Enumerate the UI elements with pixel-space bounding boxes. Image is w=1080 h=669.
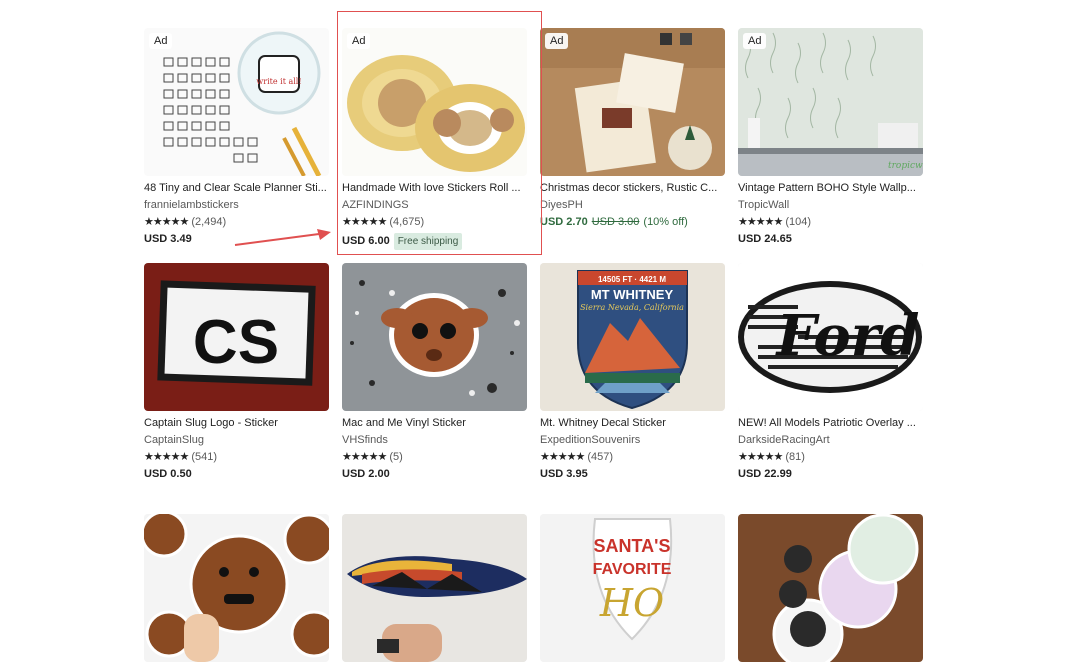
price-row: USD 3.49 [144,233,329,246]
listing-image[interactable]: CS [144,263,329,411]
shop-name[interactable]: AZFINDINGS [342,199,527,212]
price-row: USD 22.99 [738,468,923,481]
star-rating-icon: ★★★★★ [144,216,189,228]
rating: ★★★★★ (541) [144,451,329,464]
rating: ★★★★★ (4,675) [342,216,527,229]
listing-image[interactable]: SANTA'S FAVORITE HO [540,514,725,662]
listing-card[interactable] [342,514,527,662]
shop-name[interactable]: DiyesPH [540,199,725,212]
price: USD 0.50 [144,468,192,480]
listing-image[interactable]: Ad [540,28,725,176]
price-row: USD 2.00 [342,468,527,481]
listing-title[interactable]: Mac and Me Vinyl Sticker [342,417,527,430]
listing-title[interactable]: 48 Tiny and Clear Scale Planner Sti... [144,182,329,195]
price-row: USD 3.95 [540,468,725,481]
price-row: USD 6.00 Free shipping [342,233,527,250]
star-rating-icon: ★★★★★ [738,216,783,228]
rating: ★★★★★ (457) [540,451,725,464]
ad-badge: Ad [149,33,173,49]
shop-name[interactable]: DarksideRacingArt [738,434,923,447]
whitney-subtitle: Sierra Nevada, California [580,303,684,312]
listing-card[interactable]: Ad Handmade With love Stickers Roll ... … [342,28,527,250]
listing-image[interactable] [144,514,329,662]
listing-card[interactable]: Ad Christmas decor stickers, Rustic C...… [540,28,725,229]
listing-image[interactable]: Ad [342,28,527,176]
price: USD 6.00 [342,235,390,247]
rating: ★★★★★ (81) [738,451,923,464]
listing-card[interactable]: Mac and Me Vinyl Sticker VHSfinds ★★★★★ … [342,263,527,481]
star-rating-icon: ★★★★★ [144,451,189,463]
santa-line-3: HO [599,581,664,625]
listing-title[interactable]: Vintage Pattern BOHO Style Wallp... [738,182,923,195]
shop-name[interactable]: ExpeditionSouvenirs [540,434,725,447]
listing-card[interactable]: Ford NEW! All Models Patriotic Overlay .… [738,263,923,481]
price: USD 3.49 [144,233,192,245]
star-rating-icon: ★★★★★ [738,451,783,463]
listing-image[interactable] [738,514,923,662]
price-row: USD 24.65 [738,233,923,246]
whitney-elevation: 14505 FT · 4421 M [598,275,666,284]
rating: ★★★★★ (2,494) [144,216,329,229]
review-count: (541) [191,451,217,463]
santa-line-2: FAVORITE [593,561,672,578]
listing-card[interactable]: write it all! Ad 48 Tiny and Clear Scale… [144,28,329,246]
listing-card[interactable]: CS Captain Slug Logo - Sticker CaptainSl… [144,263,329,481]
ad-badge: Ad [347,33,371,49]
listing-title[interactable]: Christmas decor stickers, Rustic C... [540,182,725,195]
shop-name[interactable]: VHSfinds [342,434,527,447]
scale-text: write it all! [256,77,301,86]
review-count: (81) [785,451,805,463]
rating: ★★★★★ (5) [342,451,527,464]
review-count: (2,494) [191,216,227,228]
shop-name[interactable]: CaptainSlug [144,434,329,447]
free-shipping-badge: Free shipping [393,233,463,250]
listing-card[interactable]: 14505 FT · 4421 M MT WHITNEY Sierra Neva… [540,263,725,481]
ford-logo-text: Ford [775,303,920,369]
listing-card[interactable]: SANTA'S FAVORITE HO [540,514,725,662]
price: USD 3.95 [540,468,588,480]
review-count: (457) [587,451,613,463]
star-rating-icon: ★★★★★ [342,451,387,463]
review-count: (5) [389,451,403,463]
original-price: USD 3.00 [591,216,640,228]
listing-image[interactable] [342,263,527,411]
shop-name[interactable]: TropicWall [738,199,923,212]
price-row: USD 0.50 [144,468,329,481]
listing-card[interactable]: tropicwall Ad Vintage Pattern BOHO Style… [738,28,923,246]
price: USD 2.00 [342,468,390,480]
listing-title[interactable]: Captain Slug Logo - Sticker [144,417,329,430]
star-rating-icon: ★★★★★ [540,451,585,463]
discount: (10% off) [643,216,688,228]
tropic-logo-text: tropicwall [888,161,923,171]
price: USD 22.99 [738,468,792,480]
whitney-title: MT WHITNEY [591,287,674,302]
listing-image[interactable]: write it all! Ad [144,28,329,176]
cs-logo-text: CS [193,308,279,377]
listing-title[interactable]: Mt. Whitney Decal Sticker [540,417,725,430]
sale-price: USD 2.70 [540,216,588,228]
ad-badge: Ad [743,33,767,49]
ad-badge: Ad [545,33,569,49]
review-count: (104) [785,216,811,228]
listing-image[interactable]: tropicwall Ad [738,28,923,176]
listing-image[interactable] [342,514,527,662]
shop-name[interactable]: frannielambstickers [144,199,329,212]
price-row: USD 2.70 USD 3.00 (10% off) [540,216,725,229]
listing-title[interactable]: NEW! All Models Patriotic Overlay ... [738,417,923,430]
star-rating-icon: ★★★★★ [342,216,387,228]
listing-card[interactable] [738,514,923,662]
listing-image[interactable]: Ford [738,263,923,411]
review-count: (4,675) [389,216,425,228]
listing-card[interactable] [144,514,329,662]
listing-title[interactable]: Handmade With love Stickers Roll ... [342,182,527,195]
rating: ★★★★★ (104) [738,216,923,229]
listing-grid: write it all! Ad 48 Tiny and Clear Scale… [0,0,1080,669]
santa-line-1: SANTA'S [594,536,671,556]
listing-image[interactable]: 14505 FT · 4421 M MT WHITNEY Sierra Neva… [540,263,725,411]
price: USD 24.65 [738,233,792,245]
